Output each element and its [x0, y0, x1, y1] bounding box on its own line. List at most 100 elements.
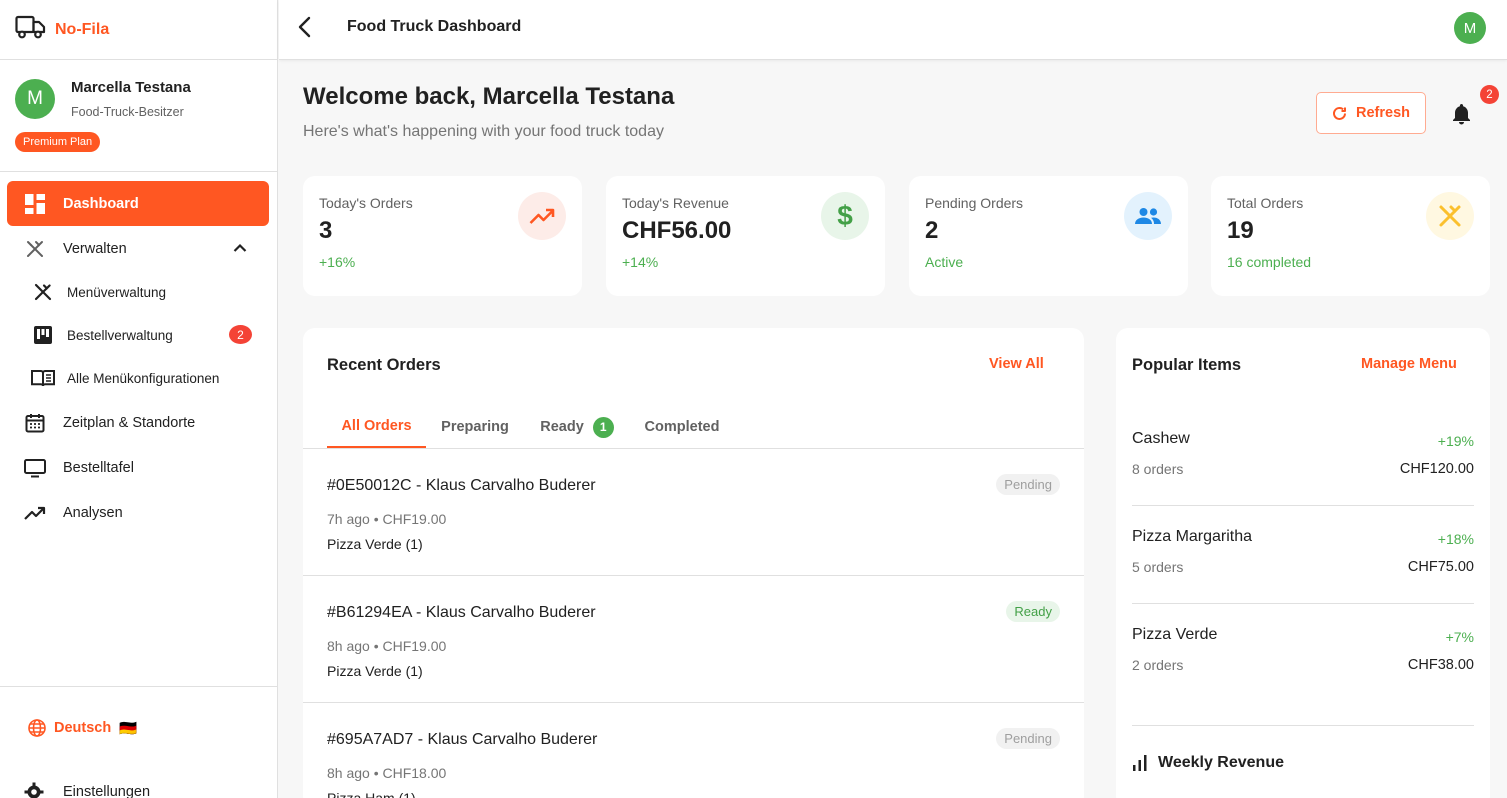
order-meta: 8h ago • CHF18.00	[327, 765, 447, 781]
refresh-icon	[1332, 106, 1347, 121]
notification-badge: 2	[1480, 85, 1499, 104]
fork-knife-icon	[23, 239, 47, 259]
sidebar-item-manage[interactable]: Verwalten	[7, 226, 269, 271]
chevron-up-icon[interactable]	[233, 241, 247, 257]
card-title: Popular Items	[1132, 356, 1242, 374]
sidebar-item-dashboard[interactable]: Dashboard	[7, 181, 269, 226]
item-change: +18%	[1437, 531, 1474, 547]
stat-value: 3	[319, 217, 333, 244]
order-row[interactable]: #695A7AD7 - Klaus Carvalho Buderer 8h ag…	[303, 703, 1084, 798]
sidebar-item-label: Alle Menükonfigurationen	[67, 370, 220, 386]
sidebar-item-label: Bestellverwaltung	[67, 327, 173, 343]
stat-card-todays-orders: Today's Orders 3 +16%	[303, 176, 582, 296]
sidebar-item-all-menu-configs[interactable]: Alle Menükonfigurationen	[30, 358, 270, 398]
order-row[interactable]: #B61294EA - Klaus Carvalho Buderer 8h ag…	[303, 576, 1084, 703]
item-orders: 5 orders	[1132, 559, 1184, 575]
stat-label: Pending Orders	[925, 195, 1024, 211]
refresh-button[interactable]: Refresh	[1316, 92, 1426, 134]
item-name: Pizza Verde	[1132, 626, 1218, 643]
item-orders: 8 orders	[1132, 461, 1184, 477]
tab-all-orders[interactable]: All Orders	[327, 406, 426, 448]
bell-icon[interactable]	[1450, 102, 1473, 131]
popular-items-card: Popular Items Manage Menu Cashew +19% 8 …	[1116, 328, 1490, 798]
utensils-icon	[1426, 192, 1474, 240]
order-count-badge: 2	[229, 325, 252, 344]
sidebar-item-label: Verwalten	[63, 240, 127, 257]
page-title: Food Truck Dashboard	[347, 18, 522, 35]
flag-icon: 🇩🇪	[119, 720, 138, 737]
order-meta: 8h ago • CHF19.00	[327, 638, 447, 654]
book-icon	[30, 369, 56, 387]
trending-up-icon	[23, 505, 47, 521]
item-orders: 2 orders	[1132, 657, 1184, 673]
sidebar-item-order-board[interactable]: Bestelltafel	[7, 445, 269, 490]
stat-change: +16%	[319, 254, 356, 270]
truck-icon	[15, 15, 46, 44]
order-items: Pizza Ham (1)	[327, 790, 416, 798]
stat-card-todays-revenue: Today's Revenue CHF56.00 +14% $	[606, 176, 885, 296]
sidebar-footer: Deutsch 🇩🇪 Einstellungen	[0, 686, 277, 798]
sidebar-item-label: Dashboard	[63, 195, 139, 212]
refresh-label: Refresh	[1356, 105, 1410, 121]
popular-item[interactable]: Cashew +19% 8 orders CHF120.00	[1132, 408, 1474, 506]
sidebar-item-analytics[interactable]: Analysen	[7, 490, 269, 535]
brand[interactable]: No-Fila	[0, 0, 277, 60]
brand-name: No-Fila	[55, 20, 110, 38]
order-row[interactable]: #0E50012C - Klaus Carvalho Buderer 7h ag…	[303, 449, 1084, 576]
sidebar: No-Fila M Marcella Testana Food-Truck-Be…	[0, 0, 278, 798]
user-role: Food-Truck-Besitzer	[71, 105, 184, 119]
stat-label: Today's Revenue	[622, 195, 729, 211]
item-change: +19%	[1437, 433, 1474, 449]
item-revenue: CHF38.00	[1407, 657, 1474, 673]
stat-label: Today's Orders	[319, 195, 413, 211]
popular-item[interactable]: Pizza Margaritha +18% 5 orders CHF75.00	[1132, 506, 1474, 604]
tab-completed[interactable]: Completed	[637, 406, 727, 448]
back-arrow-icon[interactable]	[297, 16, 313, 43]
dashboard-icon	[23, 193, 47, 214]
sidebar-item-label: Zeitplan & Standorte	[63, 414, 196, 431]
sidebar-item-order-management[interactable]: Bestellverwaltung 2	[30, 315, 270, 355]
ready-count-badge: 1	[592, 416, 614, 438]
order-title: #0E50012C - Klaus Carvalho Buderer	[327, 477, 596, 494]
sidebar-item-label: Bestelltafel	[63, 459, 134, 476]
language-selector[interactable]: Deutsch 🇩🇪	[28, 719, 137, 737]
weekly-revenue-heading: Weekly Revenue	[1132, 754, 1284, 772]
topbar: Food Truck Dashboard M	[279, 0, 1507, 60]
board-icon	[30, 326, 56, 344]
sidebar-item-settings[interactable]: Einstellungen	[24, 782, 150, 798]
user-name: Marcella Testana	[71, 79, 191, 96]
avatar[interactable]: M	[1454, 12, 1486, 44]
popular-item[interactable]: Pizza Verde +7% 2 orders CHF38.00	[1132, 604, 1474, 726]
order-meta: 7h ago • CHF19.00	[327, 511, 447, 527]
dollar-icon: $	[821, 192, 869, 240]
status-badge: Pending	[996, 474, 1060, 495]
stat-value: CHF56.00	[622, 217, 732, 244]
manage-menu-link[interactable]: Manage Menu	[1361, 356, 1457, 372]
sidebar-item-schedule[interactable]: Zeitplan & Standorte	[7, 400, 269, 445]
item-change: +7%	[1445, 629, 1474, 645]
people-icon	[1124, 192, 1172, 240]
stat-change: 16 completed	[1227, 254, 1312, 270]
recent-orders-card: Recent Orders View All All Orders Prepar…	[303, 328, 1084, 798]
sidebar-item-label: Einstellungen	[63, 784, 151, 798]
view-all-link[interactable]: View All	[989, 356, 1044, 372]
plan-badge: Premium Plan	[15, 132, 101, 152]
avatar[interactable]: M	[15, 79, 55, 119]
tab-label: Ready	[540, 419, 584, 435]
item-revenue: CHF120.00	[1399, 461, 1474, 477]
item-name: Pizza Margaritha	[1132, 528, 1253, 545]
sidebar-item-label: Analysen	[63, 504, 123, 521]
order-title: #B61294EA - Klaus Carvalho Buderer	[327, 604, 596, 621]
order-items: Pizza Verde (1)	[327, 536, 423, 552]
welcome-heading: Welcome back, Marcella Testana	[303, 83, 675, 110]
item-revenue: CHF75.00	[1407, 559, 1474, 575]
tab-preparing[interactable]: Preparing	[434, 406, 516, 448]
globe-icon	[28, 719, 46, 737]
tab-ready[interactable]: Ready 1	[532, 406, 622, 448]
trending-up-icon	[518, 192, 566, 240]
language-label: Deutsch	[54, 720, 112, 736]
card-title: Recent Orders	[327, 356, 441, 374]
sidebar-item-menu-management[interactable]: Menüverwaltung	[30, 272, 270, 312]
order-title: #695A7AD7 - Klaus Carvalho Buderer	[327, 731, 598, 748]
monitor-icon	[23, 458, 47, 478]
